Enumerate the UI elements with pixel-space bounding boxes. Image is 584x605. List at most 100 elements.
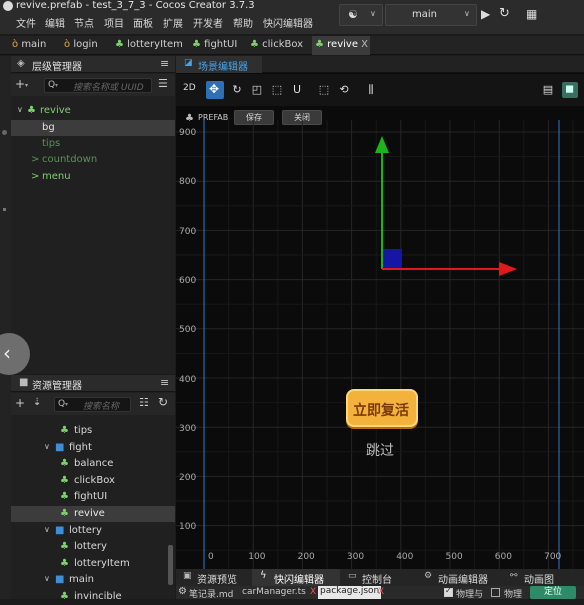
scene-viewport[interactable] [176, 56, 584, 569]
skip-label[interactable]: 跳过 [366, 440, 394, 460]
menu-icon[interactable]: ≡ [160, 57, 169, 70]
close-icon[interactable]: X [310, 587, 316, 597]
scrollbar[interactable] [168, 545, 173, 585]
x-tick-label: 600 [494, 552, 512, 562]
tab-console[interactable]: ▭ 控制台 [340, 569, 416, 586]
menu-panel[interactable]: 面板 [133, 15, 153, 30]
expand-arrow[interactable]: ∨ [17, 105, 23, 114]
menu-file[interactable]: 文件 [16, 15, 36, 30]
asset-item[interactable]: ♣ invincible [11, 589, 175, 605]
scene-selector[interactable]: ☯ ∨ [339, 4, 383, 26]
xy-plane-handle[interactable] [383, 249, 402, 268]
asset-item[interactable]: ♣ balance [11, 456, 175, 472]
menu-help[interactable]: 帮助 [233, 15, 253, 30]
assets-search-input[interactable]: Q ▾ 搜索名称 [54, 397, 131, 412]
revive-button[interactable]: 立即复活 [346, 389, 418, 427]
close-icon[interactable]: X [378, 587, 384, 597]
status-file[interactable]: carManager.ts [242, 587, 306, 597]
panel-title: 层级管理器 [32, 62, 82, 73]
expand-arrow[interactable]: > [31, 154, 39, 165]
tab-animation-editor[interactable]: ⚙ 动画编辑器 [416, 569, 502, 586]
refresh-icon[interactable]: ↻ [499, 6, 513, 22]
asset-label: fightUI [74, 491, 108, 502]
sort-icon[interactable]: ☰ [158, 77, 168, 90]
node-label: tips [42, 138, 61, 149]
tab-flash-editor[interactable]: ϟ 快闪编辑器 [252, 569, 340, 586]
chevron-down-icon: ▾ [55, 82, 59, 89]
add-icon[interactable]: + [15, 77, 25, 91]
tab-label: main [21, 39, 47, 50]
tab-login[interactable]: ò login [64, 36, 108, 55]
status-file[interactable]: 笔记录.md [189, 587, 233, 600]
scene-grid [176, 120, 584, 569]
dot-icon [3, 208, 6, 211]
tab-clickbox[interactable]: ♣ clickBox [250, 36, 306, 55]
layers-icon: ◈ [17, 58, 25, 69]
menu-flash-editor[interactable]: 快闪编辑器 [263, 15, 313, 30]
locate-button[interactable]: 定位 [530, 586, 576, 599]
menu-developer[interactable]: 开发者 [193, 15, 223, 30]
prefab-icon: ♣ [60, 591, 69, 602]
folder-icon: ■ [55, 442, 65, 453]
menu-extension[interactable]: 扩展 [163, 15, 183, 30]
tab-revive[interactable]: ♣ revive X [312, 36, 370, 55]
x-axis-arrowhead[interactable] [499, 262, 517, 276]
tree-node-tips[interactable]: tips [11, 136, 175, 152]
expand-arrow[interactable]: ∨ [44, 525, 50, 534]
qrcode-icon[interactable]: ▦ [526, 7, 540, 23]
expand-arrow[interactable]: ∨ [44, 442, 50, 451]
tree-node-menu[interactable]: > menu [11, 169, 175, 185]
expand-arrow[interactable]: ∨ [44, 574, 50, 583]
asset-label: revive [74, 508, 105, 519]
status-file-active[interactable]: package.json [318, 586, 382, 599]
y-tick-label: 700 [179, 226, 197, 237]
asset-folder[interactable]: ∨ ■ main [11, 572, 175, 588]
hierarchy-search-input[interactable]: Q ▾ 搜索名称或 UUID [44, 78, 152, 93]
close-icon[interactable]: X [361, 39, 368, 50]
tab-main[interactable]: ò main [12, 36, 56, 55]
assets-panel: ■ 资源管理器 ≡ + ⇣ Q ▾ 搜索名称 ☷ ↻ ♣ tips ∨ ■ fi… [11, 375, 175, 602]
asset-item[interactable]: ♣ lottery [11, 539, 175, 555]
sort-icon[interactable]: ⇣ [33, 397, 41, 408]
folder-icon: ■ [55, 574, 65, 585]
tab-label: 动画编辑器 [438, 575, 488, 586]
checkbox[interactable] [491, 588, 500, 597]
menu-icon[interactable]: ≡ [160, 376, 169, 389]
asset-label: balance [74, 458, 114, 469]
menu-project[interactable]: 项目 [104, 15, 124, 30]
y-tick-label: 100 [179, 522, 197, 533]
tab-lotteryitem[interactable]: ♣ lotteryItem [115, 36, 185, 55]
tab-animation-graph[interactable]: ⚯ 动画图 [502, 569, 578, 586]
y-tick-label: 600 [179, 275, 197, 286]
asset-label: tips [74, 425, 93, 436]
asset-item-selected[interactable]: ♣ revive [11, 506, 175, 522]
tree-node-bg[interactable]: bg [11, 120, 175, 136]
platform-select[interactable]: main ∨ [385, 4, 477, 26]
menu-edit[interactable]: 编辑 [45, 15, 65, 30]
menu-node[interactable]: 节点 [74, 15, 94, 30]
animation-icon: ⚙ [424, 571, 433, 581]
tab-asset-preview[interactable]: ▣ 资源预览 [176, 569, 252, 586]
folder-icon: ■ [55, 525, 65, 536]
asset-item[interactable]: ♣ fightUI [11, 489, 175, 505]
graph-icon: ⚯ [510, 571, 518, 581]
checkbox[interactable]: ✓ [444, 586, 453, 597]
asset-folder[interactable]: ∨ ■ lottery [11, 523, 175, 539]
add-icon[interactable]: + [15, 396, 25, 410]
tab-fightui[interactable]: ♣ fightUI [192, 36, 242, 55]
asset-item[interactable]: ♣ lotteryItem [11, 556, 175, 572]
prefab-icon: ♣ [250, 39, 259, 50]
asset-folder[interactable]: ∨ ■ fight [11, 440, 175, 456]
list-view-icon[interactable]: ☷ [139, 396, 149, 409]
y-axis-arrowhead[interactable] [375, 136, 389, 153]
prefab-icon: ♣ [60, 475, 69, 486]
tree-node-revive[interactable]: ∨ ♣ revive [11, 103, 175, 119]
tree-node-countdown[interactable]: > countdown [11, 152, 175, 168]
asset-item[interactable]: ♣ tips [11, 423, 175, 439]
refresh-icon[interactable]: ↻ [158, 395, 168, 409]
play-icon[interactable]: ▶ [481, 7, 495, 23]
expand-arrow[interactable]: > [31, 171, 39, 182]
tab-label: 资源预览 [197, 575, 237, 586]
asset-item[interactable]: ♣ clickBox [11, 473, 175, 489]
gear-icon[interactable]: ⚙ [178, 586, 187, 597]
